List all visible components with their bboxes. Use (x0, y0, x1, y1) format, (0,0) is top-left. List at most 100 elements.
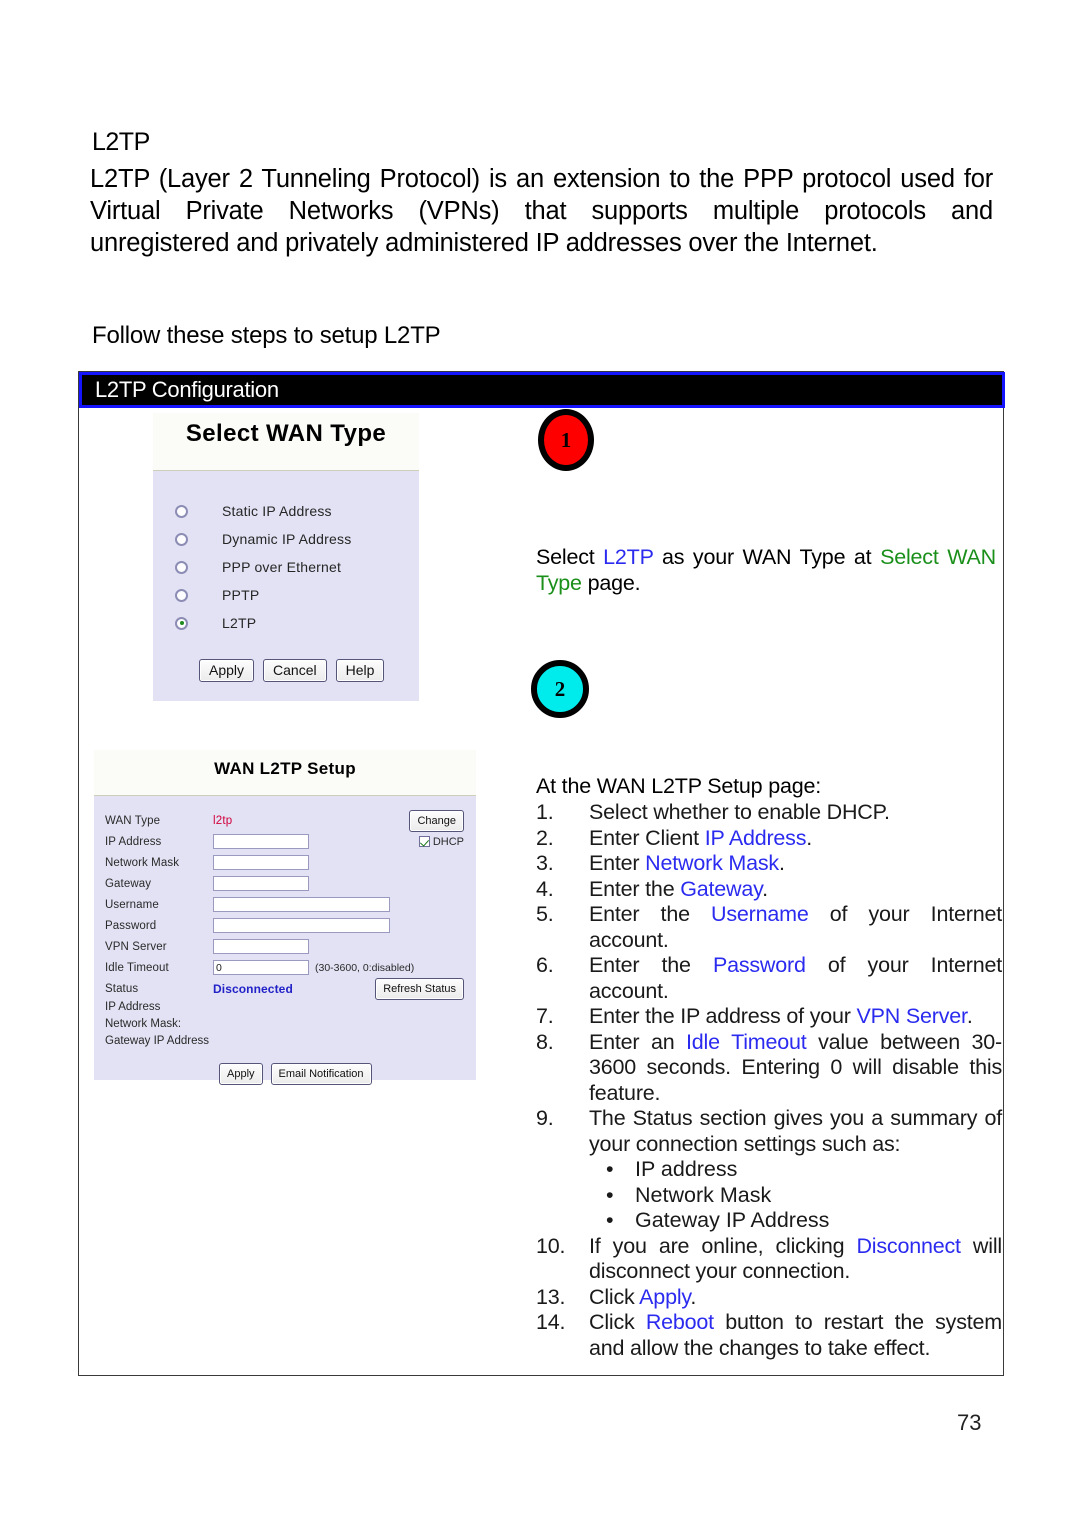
password-input[interactable] (213, 918, 390, 933)
step-list-number: 13. (536, 1284, 566, 1309)
wan-type-option-label: PPTP (222, 587, 260, 603)
gateway-input[interactable] (213, 876, 309, 891)
idle-timeout-hint: (30-3600, 0:disabled) (315, 961, 415, 974)
dhcp-checkbox-icon[interactable] (418, 836, 430, 847)
step-list-text: Select whether to enable DHCP. (589, 800, 1002, 826)
step-list-item: 7. Enter the IP address of your VPN Serve… (536, 1004, 1002, 1030)
username-label: Username (105, 898, 159, 911)
step-sub-bullet-text: Network Mask (635, 1182, 772, 1207)
wan-type-option-label: L2TP (222, 615, 257, 631)
status-row: Status Disconnected Refresh Status (94, 977, 476, 1000)
wan-type-value: l2tp (213, 814, 233, 827)
wan-type-option-dynamic-ip[interactable]: Dynamic IP Address (153, 525, 419, 553)
status-ip-address-label: IP Address (105, 1001, 161, 1013)
network-mask-row: Network Mask (94, 852, 476, 873)
step-plain-text: . (966, 1004, 973, 1028)
wan-type-option-label: Dynamic IP Address (222, 531, 352, 547)
step-plain-text: Enter (589, 851, 646, 875)
wan-type-option-pptp[interactable]: PPTP (153, 581, 419, 609)
step-highlight-term: Reboot (645, 1310, 714, 1334)
page-number: 73 (957, 1410, 982, 1435)
step-plain-text: . (762, 876, 768, 901)
step-badge-1: 1 (538, 409, 594, 471)
step-highlight-term: IP Address (704, 825, 807, 850)
radio-icon[interactable] (175, 504, 188, 518)
idle-timeout-input[interactable]: 0 (213, 960, 309, 975)
network-mask-input[interactable] (213, 855, 309, 870)
step-list-number: 4. (536, 876, 554, 901)
network-mask-label: Network Mask (105, 856, 180, 869)
email-notification-button[interactable]: Email Notification (270, 1063, 372, 1085)
wan-type-option-pppoe[interactable]: PPP over Ethernet (153, 553, 419, 581)
status-value: Disconnected (213, 981, 293, 996)
step-sub-bullet-text: Gateway IP Address (635, 1208, 830, 1232)
status-right: Refresh Status (375, 977, 464, 1000)
step-list-number: 14. (536, 1310, 566, 1334)
step-plain-text: Enter the (589, 902, 712, 926)
radio-icon[interactable] (175, 532, 188, 546)
step-highlight-term: Idle Timeout (686, 1029, 807, 1054)
vpn-server-input[interactable] (213, 939, 309, 954)
bullet-dot-icon: • (606, 1182, 614, 1207)
step-list-number: 10. (536, 1233, 566, 1258)
wan-type-option-l2tp[interactable]: L2TP (153, 609, 419, 637)
wan-type-option-label: PPP over Ethernet (222, 559, 342, 575)
dhcp-checkbox-group[interactable]: DHCP (418, 836, 464, 848)
step-plain-text: Enter the (589, 876, 681, 901)
step-list-item: 14. Click Reboot button to restart the sy… (536, 1310, 1002, 1361)
step-plain-text: Enter the (589, 953, 713, 977)
step-plain-text: Click (589, 1310, 646, 1334)
l2tp-configuration-box: L2TP Configuration Select WAN Type Stati… (78, 371, 1005, 1376)
radio-checked-icon[interactable] (175, 616, 188, 630)
step1-text-b: as your WAN Type at (653, 545, 881, 569)
wan-type-row: WAN Type l2tp Change (94, 809, 476, 832)
wan-l2tp-setup-panel: WAN L2TP Setup WAN Type l2tp Change IP A… (94, 750, 476, 1085)
gateway-label: Gateway (105, 877, 152, 890)
step-list-text: Enter an Idle Timeout value between 30-3… (589, 1030, 1002, 1107)
change-button[interactable]: Change (409, 809, 464, 832)
gateway-row: Gateway (94, 873, 476, 894)
apply-button[interactable]: Apply (219, 1063, 263, 1085)
step-list-item: 9. The Status section gives you a summary… (536, 1106, 1002, 1157)
select-wan-type-panel: Select WAN Type Static IP Address Dynami… (153, 413, 419, 701)
wan-l2tp-setup-title: WAN L2TP Setup (94, 750, 476, 796)
step-plain-text: If you are online, clicking (589, 1233, 857, 1258)
step-list-number: 8. (536, 1029, 554, 1054)
status-label: Status (105, 982, 139, 995)
step-highlight-term: Network Mask (645, 851, 779, 875)
step-list-item: 3. Enter Network Mask. (536, 851, 1002, 877)
step-plain-text: Enter an (589, 1029, 687, 1054)
radio-icon[interactable] (175, 560, 188, 574)
page-title: L2TP (92, 128, 150, 156)
follow-steps-line: Follow these steps to setup L2TP (92, 322, 441, 349)
bullet-dot-icon: • (606, 1157, 614, 1181)
step-plain-text: . (690, 1284, 697, 1309)
vpn-server-row: VPN Server (94, 936, 476, 957)
step-plain-text: Enter the IP address of your (589, 1004, 857, 1028)
step-list-text: Click Apply. (589, 1285, 1002, 1311)
step-highlight-term: Username (711, 902, 809, 926)
step-highlight-term: Password (712, 953, 806, 977)
status-network-mask-label: Network Mask: (105, 1018, 182, 1030)
ip-address-input[interactable] (213, 834, 309, 849)
refresh-status-button[interactable]: Refresh Status (375, 977, 464, 1000)
step-list-text: If you are online, clicking Disconnect w… (589, 1234, 1002, 1285)
radio-icon[interactable] (175, 588, 188, 602)
step-list-item: 5. Enter the Username of your Internet ac… (536, 902, 1002, 953)
step1-text-a: Select (536, 545, 604, 569)
wan-type-button-row: Apply Cancel Help (153, 659, 419, 682)
help-button[interactable]: Help (335, 659, 385, 682)
cancel-button[interactable]: Cancel (263, 659, 327, 682)
username-input[interactable] (213, 897, 390, 912)
step-sub-bullet: • Gateway IP Address (589, 1208, 1002, 1234)
apply-button[interactable]: Apply (199, 659, 255, 682)
step-list-item: 2. Enter Client IP Address. (536, 826, 1002, 852)
wan-type-option-static-ip[interactable]: Static IP Address (153, 497, 419, 525)
step-list-text: Enter the IP address of your VPN Server. (589, 1004, 1002, 1030)
step-list-text: Enter the Gateway. (589, 877, 1002, 903)
step-sub-bullet-text: IP address (635, 1157, 738, 1181)
step-sub-bullet: • IP address (589, 1157, 1002, 1183)
step-list-text: Enter Client IP Address. (589, 826, 1002, 852)
config-header-bar: L2TP Configuration (79, 372, 1005, 408)
step-plain-text: The Status section gives you a summary o… (589, 1106, 1002, 1156)
